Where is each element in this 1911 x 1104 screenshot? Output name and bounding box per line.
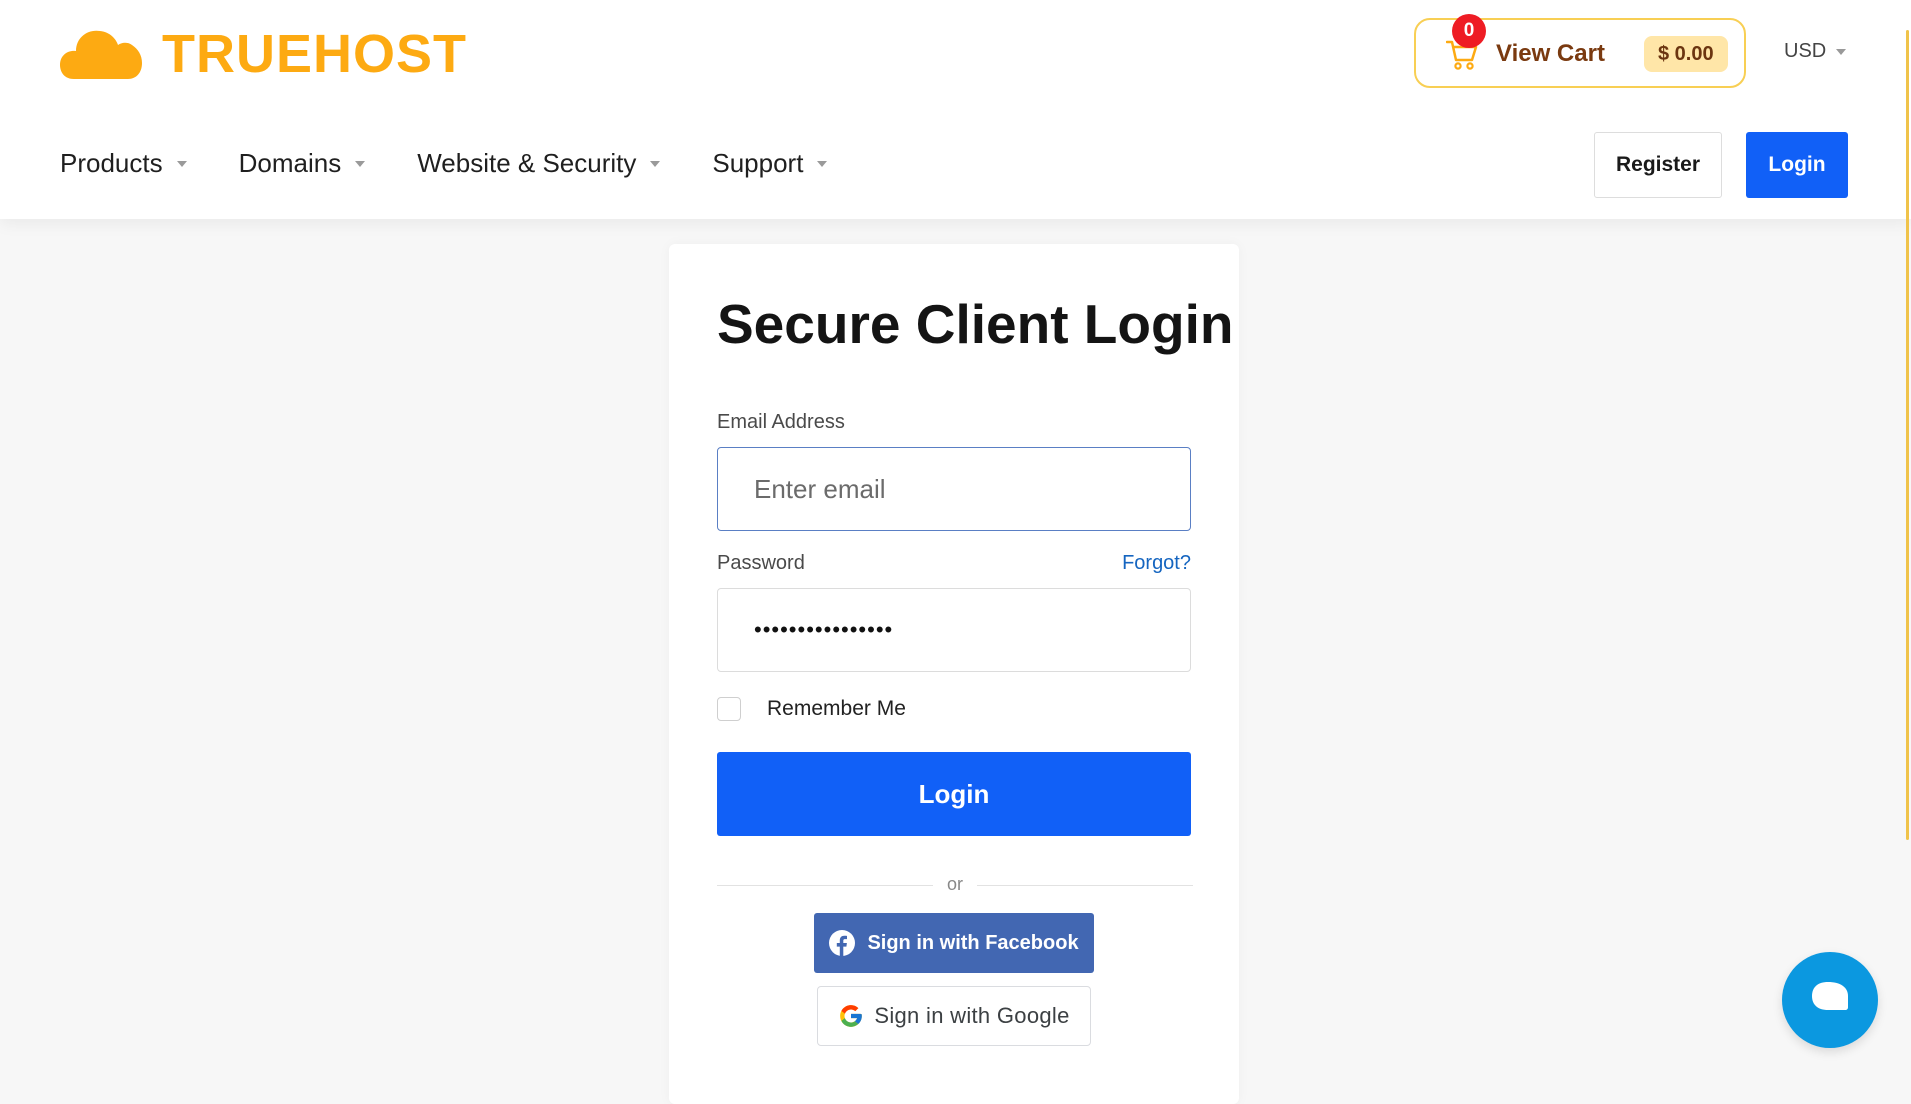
nav-item-label: Website & Security: [417, 148, 637, 178]
password-field[interactable]: ••••••••••••••••: [717, 588, 1191, 672]
email-label: Email Address: [717, 411, 845, 433]
forgot-password-link[interactable]: Forgot?: [1122, 552, 1191, 575]
remember-me[interactable]: Remember Me: [717, 697, 906, 721]
chevron-down-icon: [650, 160, 661, 167]
chat-launcher-button[interactable]: [1782, 952, 1878, 1048]
nav-item-domains[interactable]: Domains: [239, 148, 366, 179]
view-cart-label: View Cart: [1496, 40, 1605, 67]
google-icon: [838, 1003, 864, 1029]
page-title: Secure Client Login: [717, 293, 1234, 355]
site-header: TRUEHOST 0 View Cart $ 0.00 USD Products…: [0, 0, 1911, 219]
chevron-down-icon: [1836, 48, 1847, 55]
nav-item-label: Support: [712, 148, 804, 178]
or-divider: or: [717, 874, 1193, 894]
remember-me-checkbox[interactable]: [717, 697, 741, 721]
divider-line: [977, 885, 1193, 886]
chevron-down-icon: [176, 160, 187, 167]
cart-count-badge: 0: [1452, 14, 1486, 48]
chevron-down-icon: [817, 160, 828, 167]
email-placeholder: Enter email: [754, 473, 886, 504]
chevron-down-icon: [355, 160, 366, 167]
brand-logo[interactable]: TRUEHOST: [60, 22, 467, 86]
facebook-icon: [829, 930, 856, 956]
nav-item-label: Domains: [238, 148, 342, 178]
chat-bubble-icon: [1811, 981, 1849, 1020]
page-scrollbar[interactable]: [1906, 30, 1909, 840]
currency-selector[interactable]: USD: [1784, 40, 1847, 63]
nav-item-support[interactable]: Support: [712, 148, 828, 179]
header-login-button[interactable]: Login: [1746, 132, 1848, 198]
facebook-signin-button[interactable]: Sign in with Facebook: [814, 913, 1094, 973]
google-signin-label: Sign in with Google: [874, 1003, 1070, 1028]
cart-total: $ 0.00: [1644, 36, 1728, 72]
currency-label: USD: [1784, 40, 1827, 62]
nav-item-products[interactable]: Products: [60, 148, 187, 179]
brand-name: TRUEHOST: [162, 24, 467, 84]
nav-item-label: Products: [60, 148, 163, 178]
view-cart-button[interactable]: 0 View Cart $ 0.00: [1414, 14, 1746, 88]
password-label: Password: [717, 552, 805, 574]
remember-me-label: Remember Me: [767, 697, 906, 720]
login-card: Secure Client Login Email Address Enter …: [669, 244, 1239, 1104]
password-value: ••••••••••••••••: [754, 617, 894, 642]
login-submit-button[interactable]: Login: [717, 752, 1191, 836]
email-field[interactable]: Enter email: [717, 447, 1191, 531]
nav-item-website-security[interactable]: Website & Security: [417, 148, 661, 179]
facebook-signin-label: Sign in with Facebook: [867, 931, 1079, 954]
google-signin-button[interactable]: Sign in with Google: [817, 986, 1091, 1046]
cloud-icon: [60, 25, 142, 84]
register-button[interactable]: Register: [1594, 132, 1722, 198]
main-nav: Products Domains Website & Security Supp…: [60, 148, 879, 179]
